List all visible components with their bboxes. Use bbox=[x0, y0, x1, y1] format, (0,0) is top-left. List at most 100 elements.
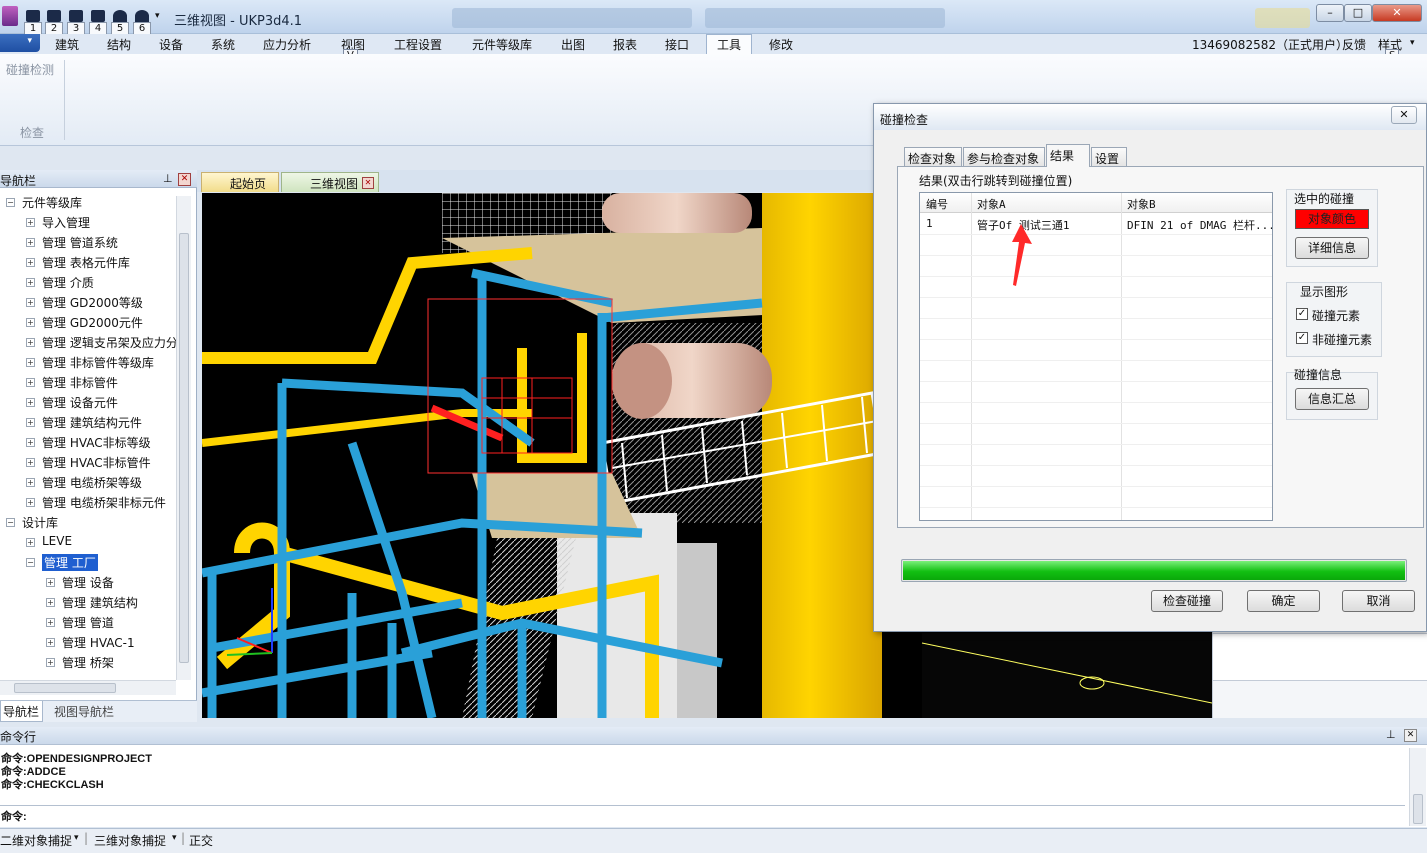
tab-project-settings[interactable]: 工程设置 bbox=[394, 36, 442, 53]
command-close-icon[interactable]: ✕ bbox=[1404, 729, 1417, 742]
tree-toggle-icon[interactable]: + bbox=[26, 438, 35, 447]
qa-open-button[interactable]: 2 bbox=[45, 10, 63, 35]
tree-item[interactable]: 设计库 bbox=[22, 514, 58, 531]
nav-horizontal-scrollbar[interactable] bbox=[0, 680, 176, 695]
tab-start-page[interactable]: 起始页 bbox=[201, 172, 279, 192]
tree-item[interactable]: 管理 设备 bbox=[62, 574, 114, 591]
file-menu-button[interactable]: ▾ bbox=[0, 34, 40, 52]
tree-toggle-icon[interactable]: + bbox=[26, 218, 35, 227]
status-ortho[interactable]: 正交 bbox=[189, 832, 213, 849]
tree-toggle-icon[interactable]: + bbox=[46, 618, 55, 627]
info-summary-button[interactable]: 信息汇总 bbox=[1295, 388, 1369, 410]
status-2d-snap-dropdown-icon[interactable]: ▾ bbox=[74, 833, 79, 843]
tab-report[interactable]: 报表 bbox=[613, 36, 637, 53]
tab-settings[interactable]: 设置 bbox=[1091, 147, 1127, 167]
tree-item[interactable]: LEVE bbox=[42, 534, 72, 548]
tab-view-nav[interactable]: 视图导航栏 bbox=[54, 703, 114, 720]
tab-close-icon[interactable]: ✕ bbox=[362, 177, 374, 189]
command-scrollbar[interactable] bbox=[1409, 748, 1426, 826]
tree-item[interactable]: 管理 HVAC-1 bbox=[62, 634, 135, 651]
tree-item[interactable]: 管理 HVAC非标管件 bbox=[42, 454, 151, 471]
command-input[interactable] bbox=[40, 807, 1400, 823]
tree-toggle-icon[interactable]: + bbox=[46, 658, 55, 667]
tab-3d-view[interactable]: 三维视图 ✕ bbox=[281, 172, 379, 192]
tab-component-library[interactable]: 元件等级库 bbox=[472, 36, 532, 53]
tree-item[interactable]: 管理 电缆桥架等级 bbox=[42, 474, 142, 491]
tree-item[interactable]: 管理 GD2000元件 bbox=[42, 314, 143, 331]
tree-item[interactable]: 管理 建筑结构 bbox=[62, 594, 138, 611]
tree-toggle-icon[interactable]: + bbox=[26, 278, 35, 287]
tab-modify[interactable]: 修改 bbox=[769, 36, 793, 53]
tab-architecture[interactable]: 建筑 bbox=[55, 36, 79, 53]
clash-elements-checkbox[interactable]: ✓ bbox=[1296, 308, 1308, 320]
tree-item[interactable]: 管理 非标管件 bbox=[42, 374, 118, 391]
tree-toggle-icon[interactable]: + bbox=[26, 398, 35, 407]
tree-item[interactable]: 元件等级库 bbox=[22, 194, 82, 211]
tree-toggle-icon[interactable]: + bbox=[26, 338, 35, 347]
qa-save-button[interactable]: 3 bbox=[67, 10, 85, 35]
tree-toggle-icon[interactable]: + bbox=[26, 478, 35, 487]
status-2d-snap[interactable]: 二维对象捕捉 bbox=[0, 832, 72, 849]
col-header-object-a[interactable]: 对象A bbox=[977, 196, 1006, 212]
tree-toggle-icon[interactable]: + bbox=[26, 258, 35, 267]
command-pin-icon[interactable]: ⊥ bbox=[1386, 728, 1396, 741]
app-logo-icon[interactable] bbox=[2, 6, 18, 26]
qa-redo-button[interactable]: 6 bbox=[133, 10, 151, 35]
tab-results[interactable]: 结果 bbox=[1046, 144, 1090, 167]
tree-item[interactable]: 管理 管道 bbox=[62, 614, 114, 631]
tab-drawing[interactable]: 出图 bbox=[561, 36, 585, 53]
ok-button[interactable]: 确定 bbox=[1247, 590, 1320, 612]
tab-tools[interactable]: 工具 bbox=[717, 36, 741, 53]
tree-item[interactable]: 管理 设备元件 bbox=[42, 394, 118, 411]
tab-check-objects[interactable]: 检查对象 bbox=[904, 147, 962, 167]
tree-toggle-icon[interactable]: + bbox=[26, 238, 35, 247]
tab-interface[interactable]: 接口 bbox=[665, 36, 689, 53]
tree-toggle-icon[interactable]: + bbox=[26, 298, 35, 307]
detail-info-button[interactable]: 详细信息 bbox=[1295, 237, 1369, 259]
nav-scroll-thumb[interactable] bbox=[179, 233, 189, 663]
tree-toggle-icon[interactable]: + bbox=[26, 358, 35, 367]
nav-hscroll-thumb[interactable] bbox=[14, 683, 116, 693]
status-3d-snap[interactable]: 三维对象捕捉 bbox=[94, 832, 166, 849]
pin-icon[interactable]: ⊥ bbox=[163, 172, 173, 185]
tree-toggle-icon[interactable]: + bbox=[26, 378, 35, 387]
tree-item[interactable]: 管理 介质 bbox=[42, 274, 94, 291]
qa-new-button[interactable]: 1 bbox=[24, 10, 42, 35]
col-header-id[interactable]: 编号 bbox=[926, 196, 948, 212]
tab-participating-objects[interactable]: 参与检查对象 bbox=[963, 147, 1045, 167]
tree-item[interactable]: 管理 工厂 bbox=[42, 554, 98, 571]
tree-toggle-icon[interactable]: + bbox=[46, 638, 55, 647]
status-3d-snap-dropdown-icon[interactable]: ▾ bbox=[172, 833, 177, 843]
tree-item[interactable]: 管理 非标管件等级库 bbox=[42, 354, 154, 371]
tree-item[interactable]: 管理 建筑结构元件 bbox=[42, 414, 142, 431]
tree-toggle-icon[interactable]: + bbox=[26, 318, 35, 327]
tab-structure[interactable]: 结构 bbox=[107, 36, 131, 53]
tree-toggle-icon[interactable]: + bbox=[26, 498, 35, 507]
feedback-link[interactable]: 反馈 bbox=[1342, 36, 1366, 53]
tab-stress-analysis[interactable]: 应力分析 bbox=[263, 36, 311, 53]
tree-toggle-icon[interactable]: + bbox=[26, 458, 35, 467]
qa-undo-button[interactable]: 5 bbox=[111, 10, 129, 35]
clash-detect-ribbon-button[interactable]: 碰撞检测 bbox=[6, 61, 54, 78]
tree-item[interactable]: 管理 GD2000等级 bbox=[42, 294, 143, 311]
dialog-close-button[interactable]: ✕ bbox=[1391, 106, 1417, 124]
qa-upload-button[interactable]: 4 bbox=[89, 10, 107, 35]
nav-vertical-scrollbar[interactable] bbox=[176, 196, 191, 680]
qa-dropdown-icon[interactable]: ▾ bbox=[155, 11, 160, 21]
tree-item[interactable]: 管理 管道系统 bbox=[42, 234, 118, 251]
command-scroll-thumb[interactable] bbox=[1413, 794, 1423, 824]
minimize-button[interactable]: – bbox=[1316, 4, 1344, 22]
tree-item[interactable]: 管理 桥架 bbox=[62, 654, 114, 671]
cancel-button[interactable]: 取消 bbox=[1342, 590, 1415, 612]
object-color-swatch[interactable]: 对象颜色 bbox=[1295, 209, 1369, 229]
tree-toggle-icon[interactable]: + bbox=[46, 598, 55, 607]
tree-toggle-icon[interactable]: + bbox=[46, 578, 55, 587]
tab-nav[interactable]: 导航栏 bbox=[0, 701, 44, 722]
tree-item[interactable]: 管理 逻辑支吊架及应力分 bbox=[42, 334, 176, 351]
tab-equipment[interactable]: 设备 bbox=[159, 36, 183, 53]
tree-toggle-icon[interactable]: − bbox=[6, 518, 15, 527]
table-row[interactable]: 1 管子Of 测试三通1 DFIN 21 of DMAG 栏杆... bbox=[920, 214, 1272, 234]
style-dropdown-icon[interactable]: ▾ bbox=[1410, 38, 1415, 48]
tree-toggle-icon[interactable]: − bbox=[26, 558, 35, 567]
nav-close-icon[interactable]: ✕ bbox=[178, 173, 191, 186]
